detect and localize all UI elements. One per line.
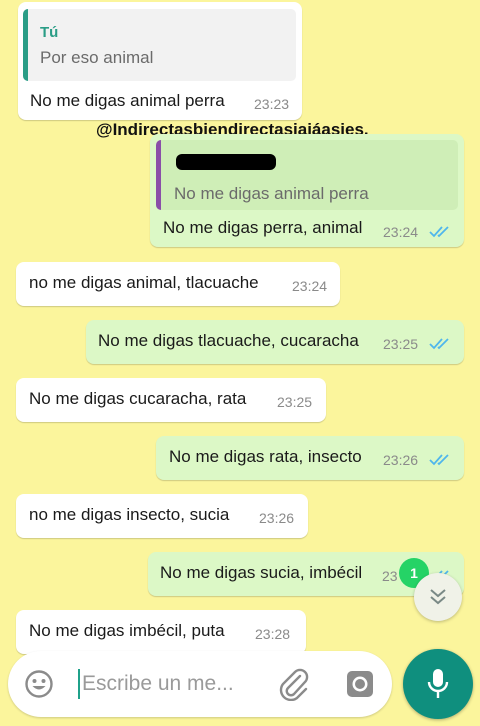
message-bubble-incoming[interactable]: No me digas cucaracha, rata 23:25 <box>16 378 326 422</box>
message-time: 23:25 <box>277 394 313 410</box>
emoji-icon[interactable] <box>24 669 54 699</box>
message-time: 23:24 <box>292 278 328 294</box>
quote-text: No me digas animal perra <box>174 184 369 203</box>
message-bubble-outgoing[interactable]: No me digas animal perra No me digas per… <box>150 134 464 247</box>
message-time: 23:25 <box>383 336 419 352</box>
quoted-message[interactable]: Tú Por eso animal <box>23 9 296 81</box>
microphone-icon <box>427 669 449 698</box>
message-text: No me digas rata, insecto <box>169 447 362 466</box>
chevron-down-icon <box>430 589 446 605</box>
message-text: No me digas animal perra <box>30 91 225 110</box>
message-composer[interactable]: Escribe un me... <box>8 651 392 717</box>
voice-message-button[interactable] <box>403 649 473 719</box>
message-text: No me digas cucaracha, rata <box>29 389 247 408</box>
read-ticks-icon <box>429 226 449 238</box>
quoted-message[interactable]: No me digas animal perra <box>156 140 458 210</box>
message-time: 23:28 <box>255 626 291 642</box>
quote-author: Tú <box>40 24 59 41</box>
message-text: No me digas tlacuache, cucaracha <box>98 331 359 350</box>
message-bubble-outgoing[interactable]: No me digas rata, insecto 23:26 <box>156 436 464 480</box>
message-bubble-incoming[interactable]: Tú Por eso animal No me digas animal per… <box>18 2 302 120</box>
message-time: 23:24 <box>383 224 419 240</box>
read-ticks-icon <box>429 338 449 350</box>
quote-bar <box>156 140 161 210</box>
message-time: 23 <box>382 568 398 584</box>
quote-bar <box>23 9 28 81</box>
message-bubble-incoming[interactable]: No me digas imbécil, puta 23:28 <box>16 610 306 654</box>
message-bubble-incoming[interactable]: no me digas animal, tlacuache 23:24 <box>16 262 340 306</box>
message-time: 23:23 <box>254 96 290 112</box>
redacted-quote-author <box>176 154 276 170</box>
message-text: no me digas animal, tlacuache <box>29 273 259 292</box>
read-ticks-icon <box>429 454 449 466</box>
message-text: no me digas insecto, sucia <box>29 505 230 524</box>
quote-text: Por eso animal <box>40 48 154 67</box>
message-text: No me digas sucia, imbécil <box>160 563 363 582</box>
message-time: 23:26 <box>383 452 419 468</box>
message-time: 23:26 <box>259 510 295 526</box>
message-input[interactable]: Escribe un me... <box>82 672 234 696</box>
message-bubble-incoming[interactable]: no me digas insecto, sucia 23:26 <box>16 494 308 538</box>
scroll-to-bottom-button[interactable] <box>414 573 462 621</box>
camera-icon[interactable] <box>346 670 374 698</box>
message-bubble-outgoing[interactable]: No me digas tlacuache, cucaracha 23:25 <box>86 320 464 364</box>
message-text: No me digas perra, animal <box>163 218 363 237</box>
message-text: No me digas imbécil, puta <box>29 621 225 640</box>
text-cursor <box>78 669 80 699</box>
paperclip-icon[interactable] <box>278 667 310 701</box>
